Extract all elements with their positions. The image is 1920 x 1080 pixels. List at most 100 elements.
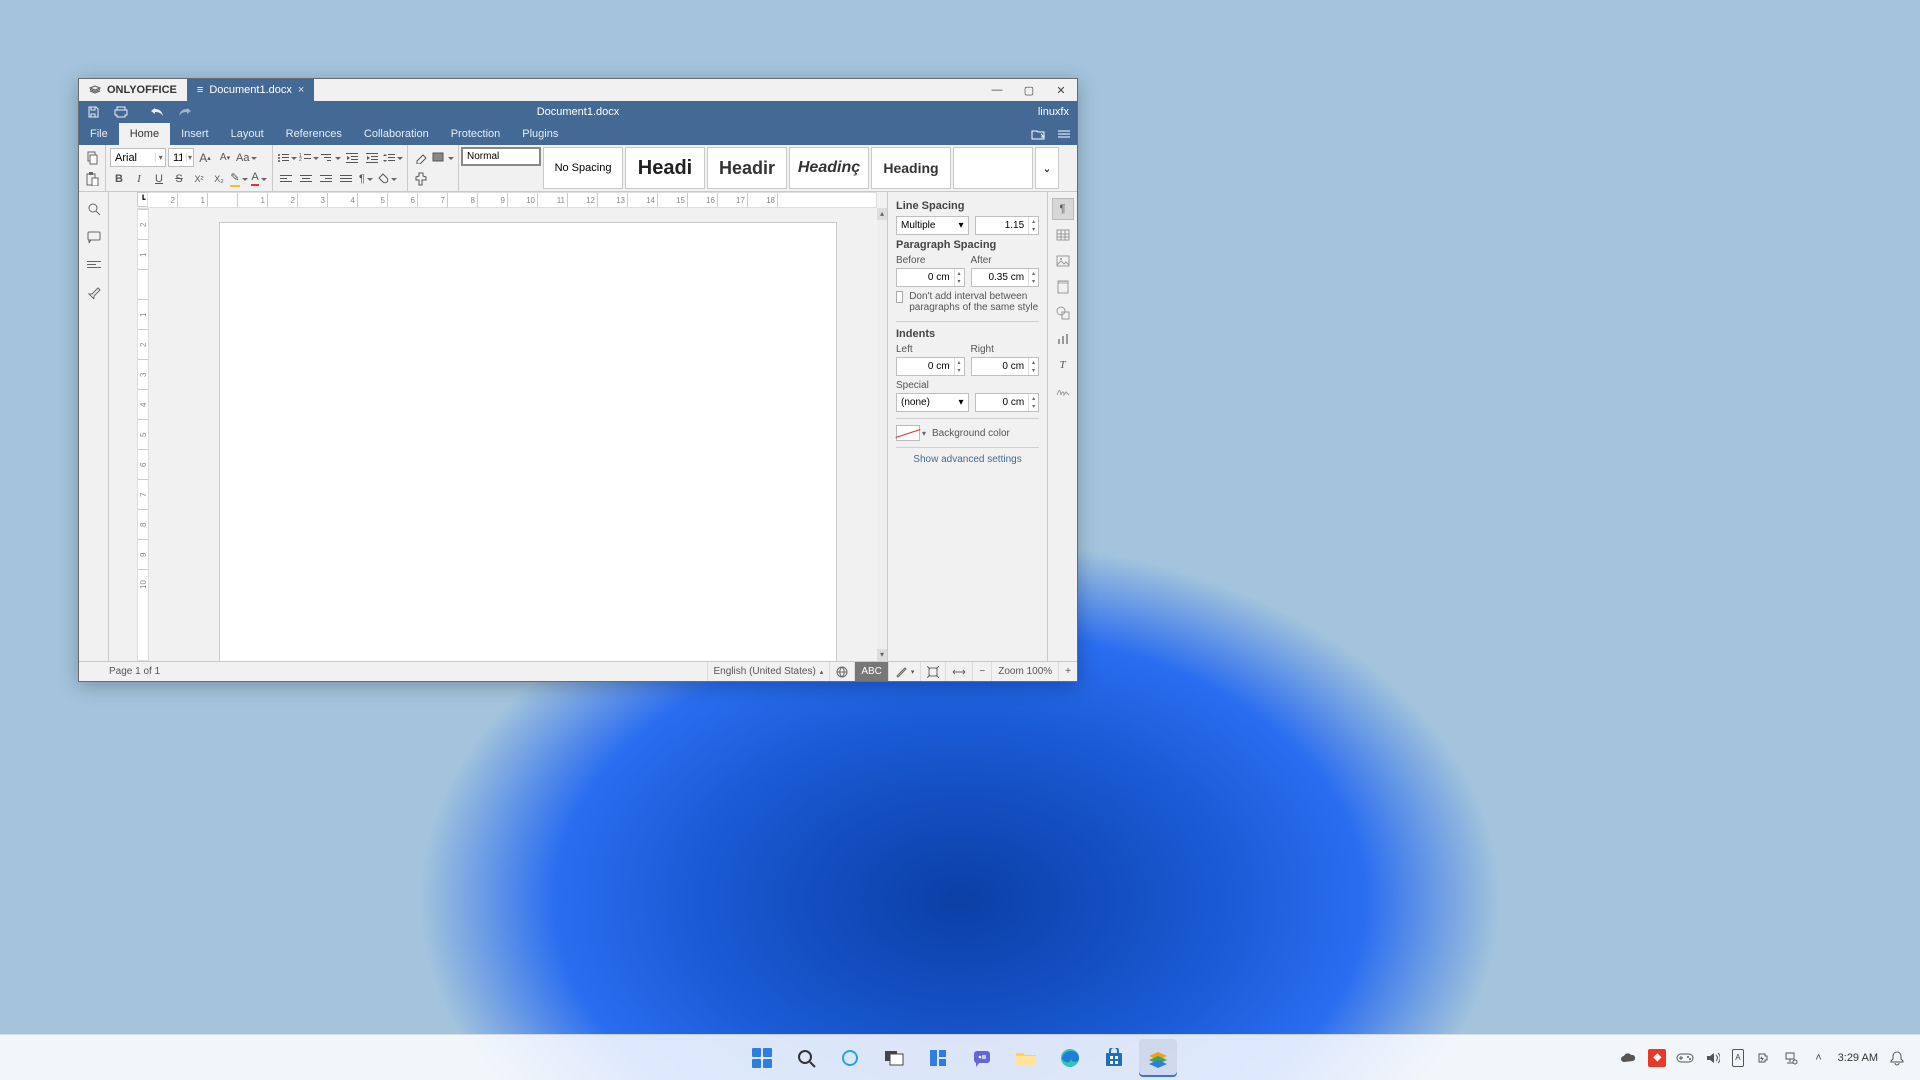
menu-file[interactable]: File [79, 123, 119, 145]
header-tab-button[interactable] [1052, 276, 1074, 298]
menu-collaboration[interactable]: Collaboration [353, 123, 440, 145]
style-normal[interactable]: Normal [461, 147, 541, 166]
anydesk-tray-icon[interactable]: ◆ [1648, 1049, 1666, 1067]
background-color-picker[interactable]: ▾ [896, 425, 926, 441]
superscript-button[interactable]: X² [190, 170, 208, 188]
chart-tab-button[interactable] [1052, 328, 1074, 350]
line-spacing-mode-select[interactable]: Multiple▾ [896, 216, 969, 235]
horizontal-ruler[interactable]: 21123456789101112131415161718 [147, 192, 877, 208]
taskview-button[interactable] [875, 1039, 913, 1077]
shading-button[interactable] [377, 170, 397, 188]
copy-button[interactable] [83, 149, 101, 167]
widgets-button[interactable] [919, 1039, 957, 1077]
nonprinting-button[interactable]: ¶ [357, 170, 375, 188]
edge-button[interactable] [1051, 1039, 1089, 1077]
cortana-button[interactable] [831, 1039, 869, 1077]
volume-icon[interactable] [1704, 1049, 1722, 1067]
start-button[interactable] [743, 1039, 781, 1077]
style-heading4[interactable]: Heading [871, 147, 951, 189]
vertical-ruler[interactable]: 2112345678910 [137, 208, 149, 661]
undo-button[interactable] [143, 101, 171, 123]
bullets-button[interactable] [277, 149, 297, 167]
indent-left-input[interactable]: ▴▾ [896, 357, 965, 376]
scroll-up-icon[interactable]: ▴ [877, 208, 887, 220]
open-location-button[interactable] [1025, 123, 1051, 145]
network-icon[interactable] [1782, 1049, 1800, 1067]
onedrive-icon[interactable] [1620, 1049, 1638, 1067]
print-button[interactable] [107, 101, 135, 123]
close-button[interactable]: ✕ [1045, 79, 1077, 101]
clear-style-button[interactable] [412, 149, 430, 167]
zoom-out-button[interactable]: − [972, 662, 991, 681]
bold-button[interactable]: B [110, 170, 128, 188]
gamepad-icon[interactable] [1676, 1049, 1694, 1067]
font-color-button[interactable]: A [250, 170, 268, 188]
shape-tab-button[interactable] [1052, 302, 1074, 324]
vertical-scrollbar[interactable]: ▴ ▾ [877, 208, 887, 661]
menu-layout[interactable]: Layout [220, 123, 275, 145]
underline-button[interactable]: U [150, 170, 168, 188]
page[interactable] [219, 222, 837, 661]
subscript-button[interactable]: X₂ [210, 170, 228, 188]
maximize-button[interactable]: ▢ [1013, 79, 1045, 101]
taskbar-onlyoffice[interactable] [1139, 1039, 1177, 1077]
comments-button[interactable] [83, 226, 105, 248]
style-no-spacing[interactable]: No Spacing [543, 147, 623, 189]
menu-protection[interactable]: Protection [440, 123, 512, 145]
doclang-button[interactable] [829, 662, 854, 681]
view-settings-button[interactable] [1051, 123, 1077, 145]
save-button[interactable] [79, 101, 107, 123]
page-indicator[interactable]: Page 1 of 1 [79, 666, 190, 677]
textart-tab-button[interactable]: T [1052, 354, 1074, 376]
language-indicator[interactable]: A [1732, 1049, 1743, 1067]
signature-tab-button[interactable] [1052, 380, 1074, 402]
font-name-input[interactable]: ▾ [110, 148, 166, 167]
app-brand-tab[interactable]: ONLYOFFICE [79, 79, 187, 101]
styles-expand-button[interactable]: ⌄ [1035, 147, 1059, 189]
dont-add-interval-checkbox[interactable]: Don't add interval between paragraphs of… [896, 291, 1039, 313]
multilevel-button[interactable] [321, 149, 341, 167]
indent-decrease-button[interactable] [343, 149, 361, 167]
chat-button[interactable] [963, 1039, 1001, 1077]
menu-home[interactable]: Home [119, 123, 170, 145]
style-heading3[interactable]: Headinç [789, 147, 869, 189]
image-tab-button[interactable] [1052, 250, 1074, 272]
minimize-button[interactable]: — [981, 79, 1013, 101]
search-button[interactable] [787, 1039, 825, 1077]
battery-icon[interactable] [1754, 1049, 1772, 1067]
clock[interactable]: 3:29 AM [1838, 1052, 1878, 1064]
special-indent-input[interactable]: ▴▾ [975, 393, 1040, 412]
spacing-before-input[interactable]: ▴▾ [896, 268, 965, 287]
headings-button[interactable] [83, 254, 105, 276]
change-case-button[interactable]: Aa [236, 149, 257, 167]
store-button[interactable] [1095, 1039, 1133, 1077]
feedback-button[interactable] [83, 282, 105, 304]
paragraph-tab-button[interactable]: ¶ [1052, 198, 1074, 220]
special-indent-select[interactable]: (none)▾ [896, 393, 969, 412]
fit-page-button[interactable] [920, 662, 945, 681]
close-tab-icon[interactable]: × [298, 84, 304, 96]
line-spacing-button[interactable] [383, 149, 403, 167]
menu-references[interactable]: References [275, 123, 353, 145]
style-heading1[interactable]: Headi [625, 147, 705, 189]
paste-button[interactable] [83, 170, 101, 188]
table-tab-button[interactable] [1052, 224, 1074, 246]
decrease-font-button[interactable]: A▾ [216, 149, 234, 167]
strike-button[interactable]: S [170, 170, 188, 188]
menu-plugins[interactable]: Plugins [511, 123, 569, 145]
zoom-in-button[interactable]: + [1058, 662, 1077, 681]
style-heading5[interactable] [953, 147, 1033, 189]
align-left-button[interactable] [277, 170, 295, 188]
numbering-button[interactable]: 12 [299, 149, 319, 167]
trackchanges-button[interactable]: ▾ [888, 662, 921, 681]
increase-font-button[interactable]: A▴ [196, 149, 214, 167]
redo-button[interactable] [171, 101, 199, 123]
align-right-button[interactable] [317, 170, 335, 188]
style-heading2[interactable]: Headir [707, 147, 787, 189]
insert-shape-button[interactable] [432, 149, 454, 167]
notifications-icon[interactable] [1888, 1049, 1906, 1067]
tray-overflow-icon[interactable]: ˄ [1810, 1049, 1828, 1067]
font-size-input[interactable]: ▾ [168, 148, 194, 167]
language-selector[interactable]: English (United States)▴ [707, 662, 830, 681]
copy-style-button[interactable] [412, 170, 430, 188]
